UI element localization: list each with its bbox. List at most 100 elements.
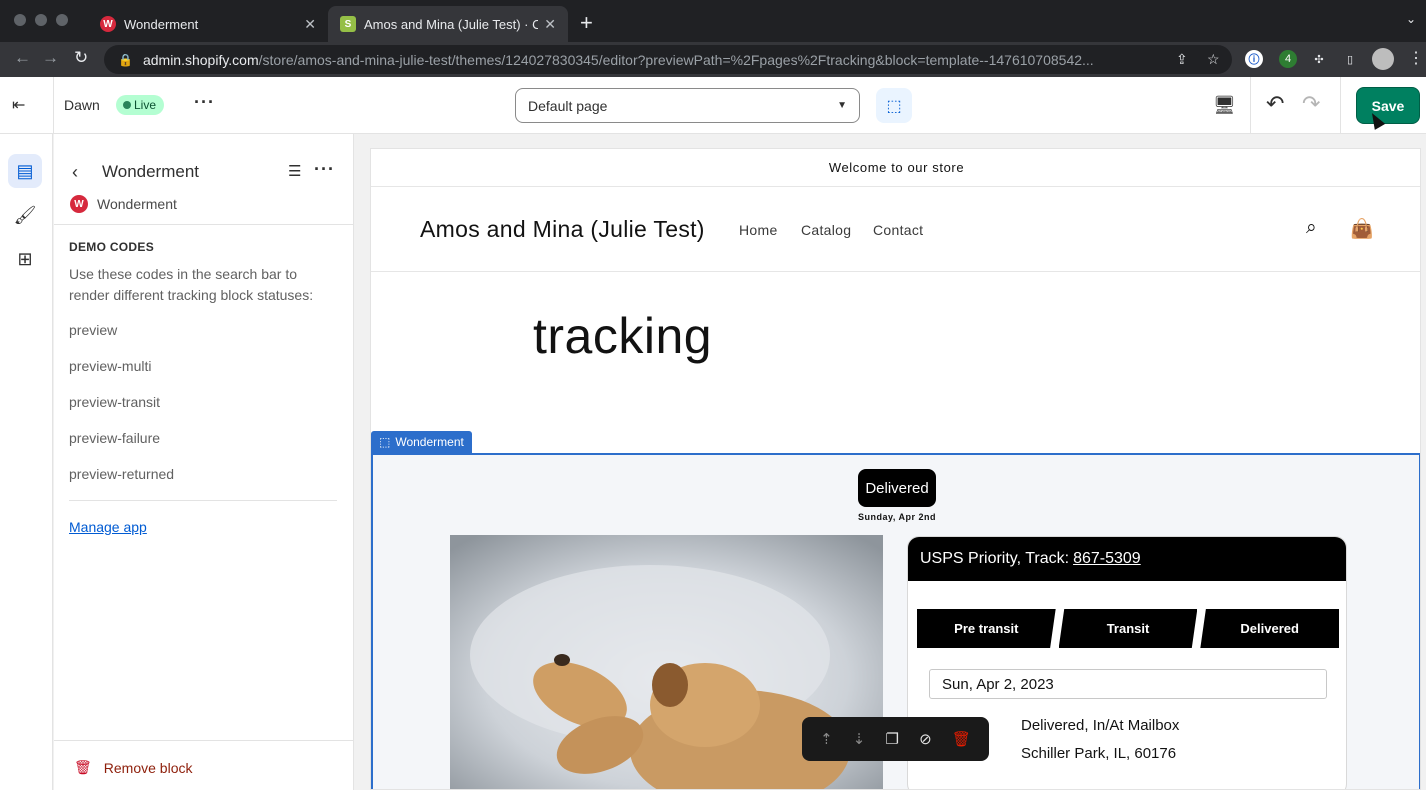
step-pre-transit: Pre transit: [917, 609, 1056, 648]
divider: [54, 224, 354, 225]
close-icon[interactable]: ✕: [304, 16, 316, 33]
panel-title: Wonderment: [102, 162, 200, 181]
search-icon[interactable]: ⌕: [1306, 217, 1317, 239]
section-heading: DEMO CODES: [69, 240, 155, 254]
chevron-down-icon[interactable]: ⌄: [1406, 12, 1416, 26]
storefront-preview: Welcome to our store Amos and Mina (Juli…: [370, 148, 1421, 790]
theme-name: Dawn: [64, 97, 100, 113]
trash-icon: 🗑: [74, 759, 92, 775]
profile-avatar[interactable]: [1372, 48, 1394, 70]
bookmark-star-icon[interactable]: ☆: [1207, 51, 1220, 68]
browser-tab-customize[interactable]: S Amos and Mina (Julie Test) · Customize…: [328, 6, 568, 42]
status-date: Sunday, Apr 2nd: [857, 512, 936, 522]
demo-code: preview-transit: [69, 394, 161, 410]
section-description: Use these codes in the search bar to ren…: [69, 266, 314, 303]
remove-block-label: Remove block: [103, 759, 193, 776]
back-chevron-icon[interactable]: ‹: [72, 162, 78, 183]
event-date: Sun, Apr 2, 2023: [929, 669, 1327, 699]
new-tab-icon[interactable]: +: [580, 10, 593, 36]
store-header: Amos and Mina (Julie Test) Home Catalog …: [371, 187, 1420, 272]
window-close-dot[interactable]: [14, 14, 26, 26]
selected-block-tag[interactable]: ⬚ Wonderment: [371, 431, 472, 453]
move-down-icon[interactable]: ⇣: [853, 730, 866, 748]
shopify-favicon-icon: S: [340, 16, 356, 32]
block-select-icon: ⬚: [379, 435, 391, 449]
block-tag-label: Wonderment: [395, 435, 464, 449]
divider: [1250, 77, 1251, 134]
divider: [69, 500, 337, 501]
url-host: admin.shopify.com: [142, 51, 259, 68]
page-title: tracking: [533, 308, 713, 364]
nav-link-contact[interactable]: Contact: [873, 222, 923, 238]
url-path: /store/amos-and-mina-julie-test/themes/1…: [258, 51, 1094, 68]
page-selector[interactable]: Default page ▼: [515, 88, 860, 123]
manage-app-link[interactable]: Manage app: [69, 519, 147, 535]
divider: [53, 77, 54, 134]
browser-tab-wonderment[interactable]: W Wonderment ✕: [88, 6, 328, 42]
progress-steps: Pre transit Transit Delivered: [917, 609, 1340, 648]
announcement-bar[interactable]: Welcome to our store: [371, 149, 1420, 187]
step-delivered: Delivered: [1200, 609, 1340, 648]
move-up-icon[interactable]: ⇡: [820, 730, 833, 748]
reload-icon[interactable]: ↻: [74, 48, 88, 68]
divider: [1340, 77, 1341, 134]
block-settings-panel: ‹ Wonderment ☰ ··· W Wonderment DEMO COD…: [54, 134, 354, 790]
window-zoom-dot[interactable]: [56, 14, 68, 26]
cart-icon[interactable]: 👜: [1350, 217, 1374, 241]
nav-link-catalog[interactable]: Catalog: [801, 222, 851, 238]
store-logo-text[interactable]: Amos and Mina (Julie Test): [420, 216, 705, 243]
desktop-preview-icon[interactable]: 🖥: [1213, 95, 1236, 116]
browser-menu-icon[interactable]: ⋮: [1408, 48, 1424, 68]
carrier-text: USPS Priority, Track:: [920, 550, 1070, 567]
remove-block-button[interactable]: 🗑 Remove block: [74, 759, 192, 776]
app-name: Wonderment: [97, 196, 177, 212]
event-location: Schiller Park, IL, 60176: [1021, 745, 1177, 762]
wonderment-logo-icon: W: [70, 195, 88, 213]
inspector-toggle-icon[interactable]: ⬚: [876, 88, 912, 123]
share-icon[interactable]: ⇪: [1176, 51, 1188, 68]
more-actions-icon[interactable]: ···: [194, 92, 215, 113]
back-arrow-icon[interactable]: ←: [14, 48, 31, 68]
undo-icon[interactable]: ↶: [1266, 91, 1284, 117]
event-status: Delivered, In/At Mailbox: [1021, 717, 1180, 734]
browser-tab-strip: W Wonderment ✕ S Amos and Mina (Julie Te…: [0, 0, 1426, 42]
puzzle-extensions-icon[interactable]: ✣: [1310, 50, 1328, 68]
page-selector-value: Default page: [528, 97, 608, 114]
theme-settings-brush-icon[interactable]: 🖌: [8, 198, 42, 232]
side-panel-icon[interactable]: ▯: [1341, 50, 1359, 68]
demo-code: preview: [69, 322, 118, 338]
hide-eye-icon[interactable]: ⊘: [919, 730, 932, 748]
demo-code: preview-returned: [69, 466, 175, 482]
window-minimize-dot[interactable]: [35, 14, 47, 26]
browser-toolbar: ← → ↻ 🔒 admin.shopify.com /store/amos-an…: [0, 42, 1426, 77]
password-manager-icon[interactable]: ⓘ: [1245, 50, 1263, 68]
save-button[interactable]: Save: [1356, 87, 1420, 124]
demo-code: preview-multi: [69, 358, 152, 374]
duplicate-icon[interactable]: ❐: [886, 730, 899, 748]
delete-trash-icon[interactable]: 🗑: [952, 730, 971, 748]
forward-arrow-icon[interactable]: →: [42, 48, 59, 68]
tab-title: Wonderment: [124, 16, 199, 32]
exit-editor-icon[interactable]: ⇤: [12, 95, 34, 117]
database-icon[interactable]: ☰: [288, 162, 301, 180]
block-floating-toolbar: ⇡ ⇣ ❐ ⊘ 🗑: [802, 717, 989, 761]
tracking-number-link[interactable]: 867-5309: [1073, 550, 1141, 568]
divider: [54, 740, 354, 741]
close-icon[interactable]: ✕: [544, 16, 556, 33]
demo-code: preview-failure: [69, 430, 161, 446]
tab-title: Amos and Mina (Julie Test) · Customize: [364, 16, 539, 32]
wonderment-favicon-icon: W: [100, 16, 116, 32]
apps-grid-icon[interactable]: ⊞: [8, 242, 42, 276]
address-bar[interactable]: 🔒 admin.shopify.com /store/amos-and-mina…: [104, 45, 1232, 74]
editor-topbar: ⇤ Dawn Live ··· Default page ▼ ⬚ 🖥 ↶ ↷ S…: [0, 77, 1426, 134]
editor-nav-rail: ▤ 🖌 ⊞: [0, 134, 53, 790]
sections-icon[interactable]: ▤: [8, 154, 42, 188]
lock-icon: 🔒: [118, 52, 133, 67]
caret-down-icon: ▼: [837, 100, 847, 111]
nav-link-home[interactable]: Home: [739, 222, 778, 238]
step-transit: Transit: [1058, 609, 1198, 648]
redo-icon[interactable]: ↷: [1302, 91, 1320, 117]
extension-badge-icon[interactable]: 4: [1279, 50, 1297, 68]
more-actions-icon[interactable]: ···: [314, 159, 335, 180]
tracking-card-header: USPS Priority, Track: 867-5309: [908, 537, 1346, 581]
